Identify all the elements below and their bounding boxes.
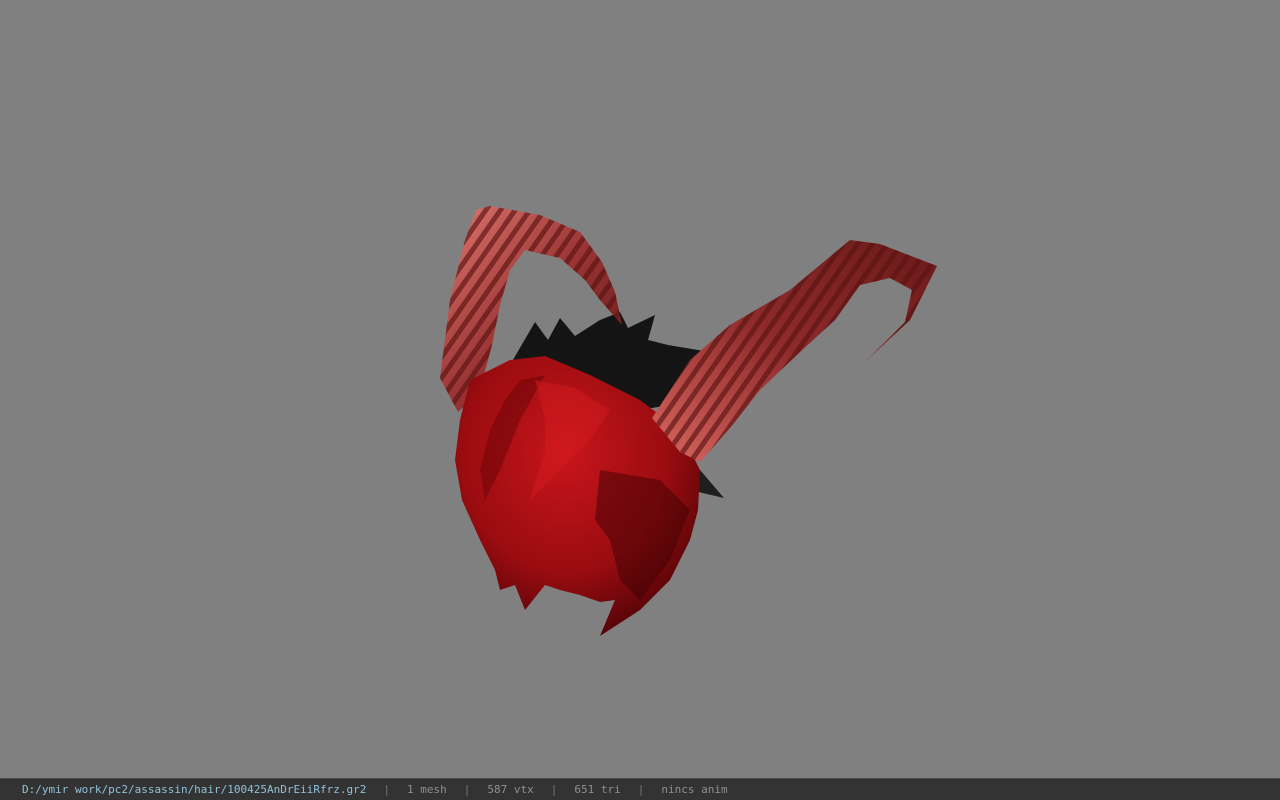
separator: | xyxy=(550,783,558,796)
model-viewport[interactable] xyxy=(0,0,1280,778)
animation-status: nincs anim xyxy=(661,783,728,796)
status-bar: D:/ymir work/pc2/assassin/hair/100425AnD… xyxy=(0,778,1280,800)
mesh-count: 1 mesh xyxy=(407,783,447,796)
separator: | xyxy=(383,783,390,796)
separator: | xyxy=(637,783,645,796)
separator: | xyxy=(463,783,471,796)
hair-model-render xyxy=(440,206,937,636)
file-path: D:/ymir work/pc2/assassin/hair/100425AnD… xyxy=(22,783,367,796)
vertex-count: 587 vtx xyxy=(487,783,534,796)
triangle-count: 651 tri xyxy=(574,783,621,796)
